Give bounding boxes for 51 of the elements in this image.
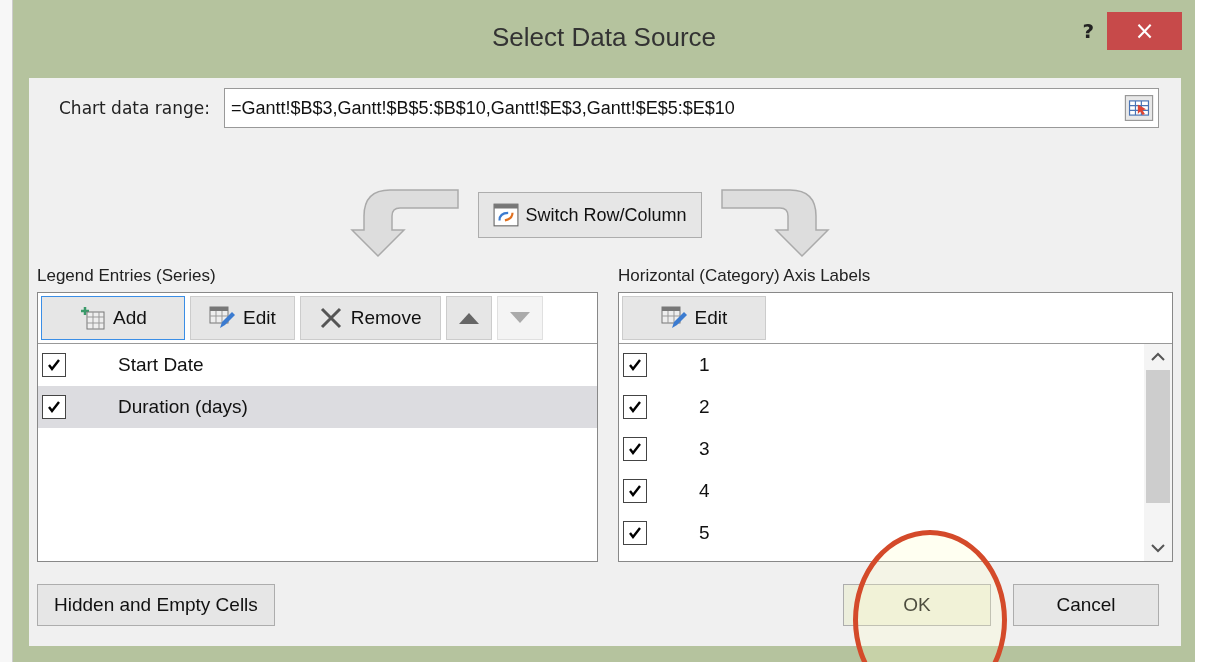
close-button[interactable]: × (1107, 12, 1182, 50)
section-title: Horizontal (Category) Axis Labels (618, 266, 872, 286)
triangle-down-icon (509, 312, 530, 324)
checkbox[interactable] (42, 353, 66, 377)
add-table-icon (79, 306, 106, 330)
ok-button[interactable]: OK (843, 584, 991, 626)
checkbox[interactable] (623, 437, 647, 461)
add-button[interactable]: Add (41, 296, 185, 340)
remove-button[interactable]: Remove (299, 296, 441, 340)
series-row[interactable]: Duration (days) (38, 386, 597, 428)
scrollbar-thumb[interactable] (1146, 370, 1170, 503)
check-icon (627, 399, 643, 415)
edit-table-icon (660, 306, 687, 330)
field-label: Chart data range: (59, 98, 210, 118)
checkbox[interactable] (623, 395, 647, 419)
axis-label-row[interactable]: 4 (619, 470, 1144, 512)
curved-arrow-icon (719, 188, 830, 258)
check-icon (627, 357, 643, 373)
chevron-up-icon[interactable] (1151, 352, 1165, 362)
axis-label-row[interactable]: 2 (619, 386, 1144, 428)
curved-arrow-icon (350, 188, 461, 258)
check-icon (46, 399, 62, 415)
series-row[interactable]: Start Date (38, 344, 597, 386)
edit-table-icon (209, 306, 235, 330)
checkbox[interactable] (623, 521, 647, 545)
check-icon (627, 483, 643, 499)
check-icon (627, 441, 643, 457)
checkbox[interactable] (623, 353, 647, 377)
hidden-empty-cells-button[interactable]: Hidden and Empty Cells (37, 584, 275, 626)
switch-icon (493, 202, 520, 228)
checkbox[interactable] (623, 479, 647, 503)
scrollbar[interactable] (1144, 344, 1172, 561)
close-icon (318, 306, 343, 330)
range-picker-icon[interactable] (1124, 95, 1154, 121)
axis-label-row[interactable]: 5 (619, 512, 1144, 554)
chevron-down-icon[interactable] (1151, 543, 1165, 553)
switch-row-column-button[interactable]: Switch Row/Column (478, 192, 702, 238)
section-title: Legend Entries (Series) (37, 266, 217, 286)
checkbox[interactable] (42, 395, 66, 419)
edit-button[interactable]: Edit (622, 296, 766, 340)
triangle-up-icon (458, 312, 479, 324)
axis-label-row[interactable]: 1 (619, 344, 1144, 386)
help-button[interactable]: ? (1076, 18, 1100, 44)
check-icon (627, 525, 643, 541)
window-title: Select Data Source (492, 22, 716, 53)
axis-label-row[interactable]: 3 (619, 428, 1144, 470)
chart-range-field[interactable]: =Gantt!$B$3,Gantt!$B$5:$B$10,Gantt!$E$3,Gantt!$E$5:$E$10 (224, 88, 1159, 128)
cancel-button[interactable]: Cancel (1013, 584, 1159, 626)
check-icon (46, 357, 62, 373)
edit-button[interactable]: Edit (190, 296, 295, 340)
move-up-button[interactable] (445, 296, 492, 340)
